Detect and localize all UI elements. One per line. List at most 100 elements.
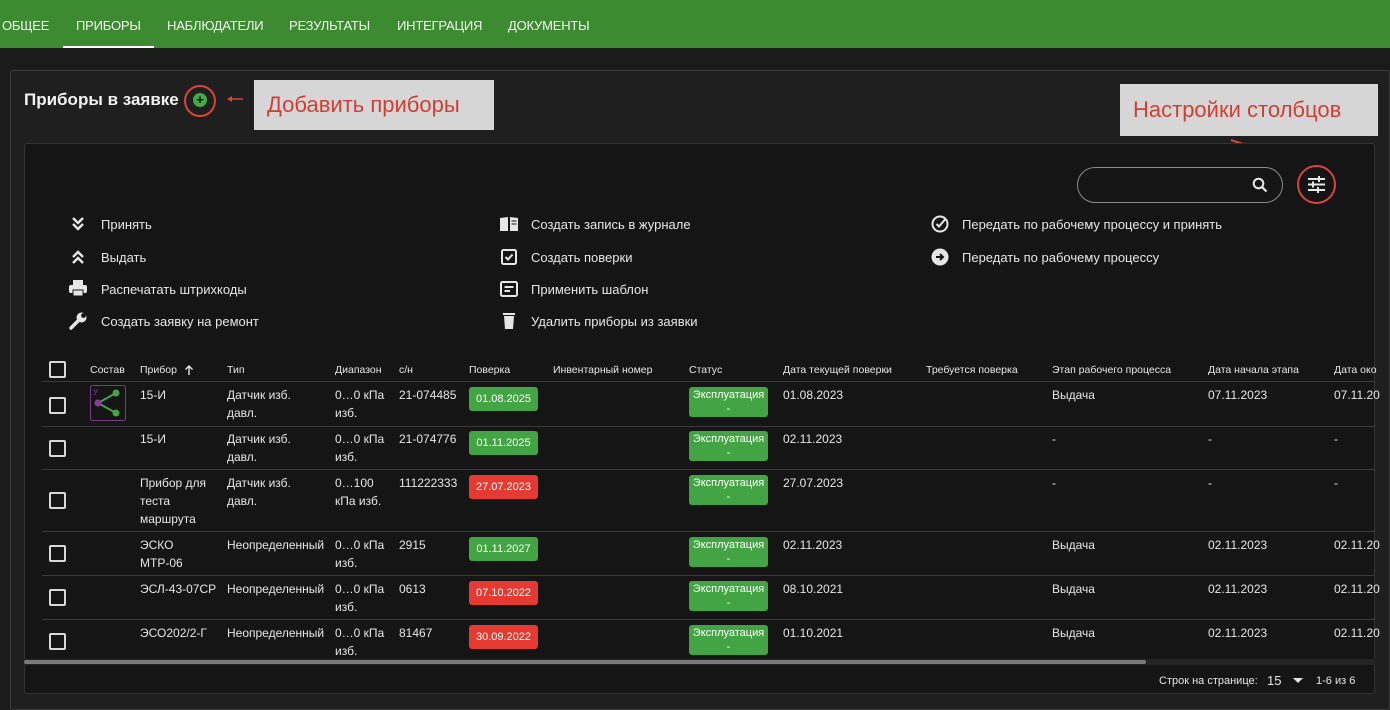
callout-add-devices: Добавить приборы: [254, 80, 494, 130]
action-transfer-and-accept[interactable]: Передать по рабочему процессу и принять: [962, 217, 1222, 232]
action-create-repair[interactable]: Создать заявку на ремонт: [101, 314, 259, 329]
col-header-stage-end[interactable]: Дата око: [1334, 364, 1377, 376]
select-all-checkbox[interactable]: [49, 361, 66, 378]
status-badge: Эксплуатация -: [689, 387, 768, 417]
book-icon: [500, 217, 518, 231]
tab-integration[interactable]: ИНТЕГРАЦИЯ: [397, 0, 482, 48]
col-header-range[interactable]: Диапазон: [335, 364, 382, 376]
tab-documents[interactable]: ДОКУМЕНТЫ: [508, 0, 590, 48]
cell-stage: Выдача: [1052, 626, 1095, 640]
cell-stage-end: -: [1334, 432, 1338, 446]
tab-devices[interactable]: ПРИБОРЫ: [63, 0, 154, 48]
arrow-circle-icon: [931, 248, 949, 266]
cell-current-verification: 02.11.2023: [783, 432, 843, 446]
col-header-serial[interactable]: с/н: [399, 364, 413, 376]
col-header-stage[interactable]: Этап рабочего процесса: [1052, 364, 1171, 376]
cell-stage-end: -: [1334, 476, 1338, 490]
callout-arrow-icon: [227, 96, 243, 102]
action-apply-template[interactable]: Применить шаблон: [531, 282, 648, 297]
search-icon[interactable]: [1252, 177, 1268, 193]
row-checkbox[interactable]: [49, 589, 66, 606]
cell-current-verification: 27.07.2023: [783, 476, 844, 490]
verification-badge: 07.10.2022: [469, 581, 538, 605]
cell-current-verification: 01.08.2023: [783, 388, 844, 402]
section-title: Приборы в заявке: [24, 90, 179, 109]
cell-stage: Выдача: [1052, 538, 1095, 552]
cell-type: Датчик изб. давл.: [227, 388, 291, 420]
col-header-type[interactable]: Тип: [227, 364, 245, 376]
action-remove-devices[interactable]: Удалить приборы из заявки: [531, 314, 698, 329]
status-badge: Эксплуатация -: [689, 625, 768, 655]
cell-stage-start: 02.11.2023: [1208, 626, 1268, 640]
action-print-barcodes[interactable]: Распечатать штрихкоды: [101, 282, 247, 297]
cell-stage: Выдача: [1052, 388, 1095, 402]
cell-range: 0…0 кПа изб.: [335, 388, 385, 420]
verification-badge: 01.11.2027: [469, 537, 538, 561]
row-checkbox[interactable]: [49, 492, 66, 509]
col-header-status[interactable]: Статус: [689, 364, 722, 376]
col-header-inventory[interactable]: Инвентарный номер: [553, 364, 652, 376]
cell-current-verification: 02.11.2023: [783, 538, 843, 552]
col-header-verification-required[interactable]: Требуется поверка: [926, 364, 1018, 376]
rows-per-page-label: Строк на странице:: [1159, 675, 1258, 687]
cell-current-verification: 08.10.2021: [783, 582, 844, 596]
action-accept[interactable]: Принять: [101, 217, 152, 232]
row-divider: [42, 426, 1375, 427]
wrench-icon: [69, 312, 87, 330]
cell-serial: 2915: [399, 538, 426, 552]
template-icon: [500, 281, 518, 297]
add-device-button[interactable]: +: [193, 93, 207, 107]
row-checkbox[interactable]: [49, 545, 66, 562]
col-header-verification[interactable]: Поверка: [469, 364, 510, 376]
cell-device: Прибор для теста маршрута: [140, 476, 207, 526]
composition-icon[interactable]: У: [90, 385, 126, 421]
cell-type: Датчик изб. давл.: [227, 432, 291, 464]
check-circle-icon: [931, 215, 949, 233]
row-checkbox[interactable]: [49, 440, 66, 457]
callout-column-settings: Настройки столбцов: [1120, 84, 1378, 136]
cell-type: Неопределенный: [227, 582, 325, 596]
col-header-composition[interactable]: Состав: [90, 364, 125, 376]
status-badge: Эксплуатация -: [689, 475, 768, 505]
cell-range: 0…0 кПа изб.: [335, 432, 385, 464]
row-checkbox[interactable]: [49, 633, 66, 650]
cell-device: 15-И: [140, 388, 166, 402]
cell-device: ЭСО202/2-Г: [140, 626, 207, 640]
cell-stage: -: [1052, 476, 1056, 490]
action-issue[interactable]: Выдать: [101, 250, 146, 265]
verification-badge: 01.08.2025: [469, 387, 538, 411]
cell-stage-end: 02.11.20: [1334, 538, 1380, 552]
cell-type: Неопределенный: [227, 538, 325, 552]
verification-badge: 27.07.2023: [469, 475, 538, 499]
row-divider: [42, 531, 1375, 532]
cell-stage-start: -: [1208, 476, 1212, 490]
tab-results[interactable]: РЕЗУЛЬТАТЫ: [289, 0, 370, 48]
cell-stage-start: 02.11.2023: [1208, 538, 1268, 552]
double-chevron-up-icon: [72, 250, 84, 264]
cell-stage: -: [1052, 432, 1056, 446]
scrollbar-thumb[interactable]: [24, 660, 1146, 664]
col-header-device[interactable]: Прибор: [140, 364, 177, 376]
cell-type: Неопределенный: [227, 626, 325, 640]
action-journal-entry[interactable]: Создать запись в журнале: [531, 217, 691, 232]
arrow-up-icon[interactable]: [184, 364, 194, 376]
checkbox-icon: [501, 249, 517, 265]
tab-general[interactable]: ОБЩЕЕ: [2, 0, 49, 48]
action-create-verifications[interactable]: Создать поверки: [531, 250, 632, 265]
col-header-stage-start[interactable]: Дата начала этапа: [1208, 364, 1299, 376]
cell-range: 0…0 кПа изб.: [335, 582, 385, 614]
cell-serial: 21-074776: [399, 432, 457, 446]
tab-observers[interactable]: НАБЛЮДАТЕЛИ: [167, 0, 264, 48]
printer-icon: [69, 280, 87, 297]
col-header-current-verification[interactable]: Дата текущей поверки: [783, 364, 892, 376]
chevron-down-icon[interactable]: [1293, 678, 1303, 684]
sliders-icon[interactable]: [1307, 175, 1326, 194]
rows-per-page-select[interactable]: 15: [1267, 673, 1281, 688]
verification-badge: 01.11.2025: [469, 431, 538, 455]
action-transfer[interactable]: Передать по рабочему процессу: [962, 250, 1159, 265]
cell-range: 0…0 кПа изб.: [335, 538, 385, 570]
row-checkbox[interactable]: [49, 397, 66, 414]
cell-serial: 81467: [399, 626, 433, 640]
pagination-range: 1-6 из 6: [1316, 675, 1356, 687]
verification-badge: 30.09.2022: [469, 625, 538, 649]
